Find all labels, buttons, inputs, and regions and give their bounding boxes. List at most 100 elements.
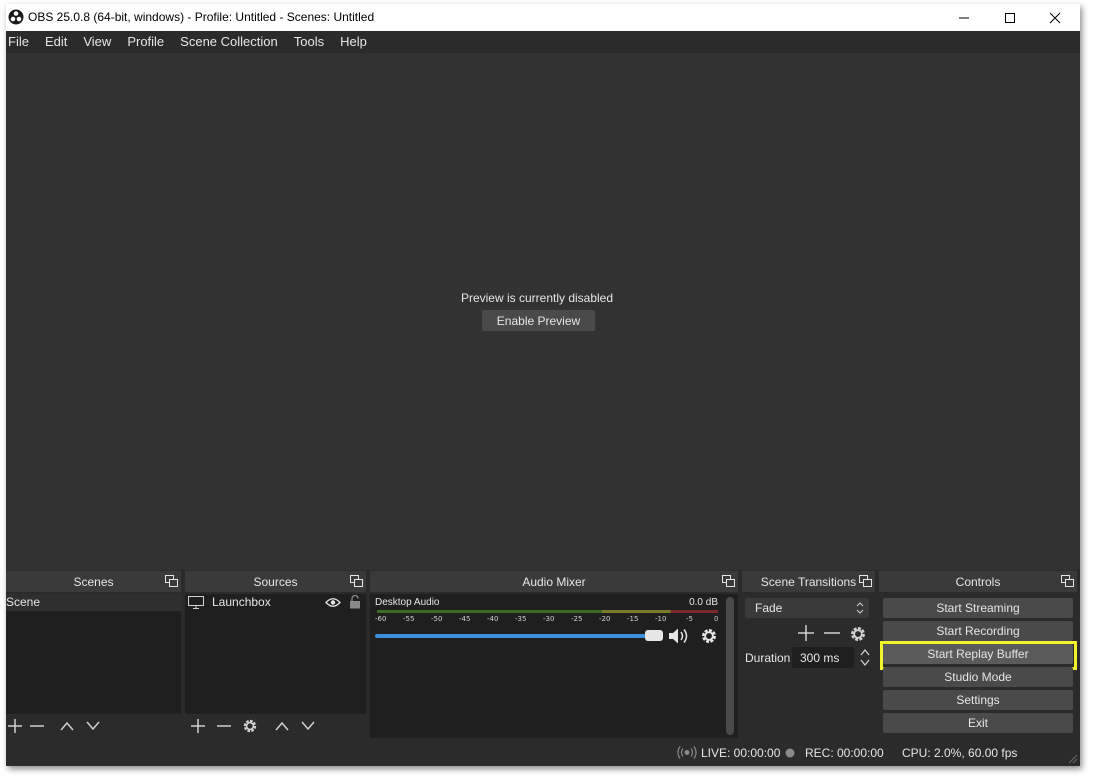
remove-scene-button[interactable] [24, 714, 50, 738]
channel-level: 0.0 dB [689, 597, 718, 608]
start-streaming-button[interactable]: Start Streaming [883, 598, 1073, 618]
mixer-scrollbar[interactable] [726, 597, 734, 735]
menu-view[interactable]: View [75, 31, 119, 53]
source-item[interactable]: Launchbox [185, 594, 366, 611]
menu-help[interactable]: Help [332, 31, 375, 53]
controls-header: Controls [879, 571, 1077, 592]
updown-arrows-icon [856, 602, 864, 614]
highlight-box [880, 641, 1077, 670]
close-button[interactable] [1032, 4, 1078, 31]
duration-label: Duration [745, 651, 791, 665]
unlocked-padlock-icon[interactable] [349, 595, 361, 609]
transition-select[interactable]: Fade [745, 598, 869, 618]
menu-tools[interactable]: Tools [286, 31, 332, 53]
float-dock-icon[interactable] [1061, 575, 1075, 588]
scene-item[interactable]: Scene [6, 594, 181, 611]
add-icon [8, 719, 22, 733]
menu-file[interactable]: File [6, 31, 37, 53]
add-transition-icon[interactable] [798, 625, 814, 641]
enable-preview-button[interactable]: Enable Preview [482, 310, 595, 331]
resize-grip-icon[interactable] [1068, 754, 1078, 764]
channel-name: Desktop Audio [375, 597, 440, 608]
audio-mixer-title: Audio Mixer [522, 574, 586, 589]
float-dock-icon[interactable] [350, 575, 364, 588]
move-source-up-button[interactable] [269, 714, 295, 738]
minimize-button[interactable] [941, 4, 987, 31]
remove-transition-icon[interactable] [824, 625, 840, 641]
window-title: OBS 25.0.8 (64-bit, windows) - Profile: … [28, 10, 375, 24]
scale-tick: -30 [543, 615, 555, 623]
start-recording-button[interactable]: Start Recording [883, 621, 1073, 641]
live-status: LIVE: 00:00:00 [701, 746, 781, 760]
scale-tick: -10 [655, 615, 667, 623]
sources-dock: Sources Launchbox [185, 571, 366, 738]
transition-select-value: Fade [755, 601, 783, 615]
preview-area[interactable]: Preview is currently disabled Enable Pre… [6, 53, 1080, 570]
move-source-down-button[interactable] [295, 714, 321, 738]
volume-slider[interactable] [375, 634, 662, 638]
sources-list[interactable]: Launchbox [185, 594, 366, 714]
move-up-icon [275, 721, 289, 731]
cpu-fps-status: CPU: 2.0%, 60.00 fps [902, 746, 1018, 760]
volume-slider-handle[interactable] [645, 630, 663, 641]
studio-mode-button[interactable]: Studio Mode [883, 667, 1073, 687]
move-down-icon [301, 721, 315, 731]
sources-title: Sources [253, 574, 298, 589]
obs-main-window: OBS 25.0.8 (64-bit, windows) - Profile: … [6, 4, 1080, 766]
spin-down-icon[interactable] [859, 658, 871, 668]
transition-settings-gear-icon[interactable] [849, 625, 867, 643]
scale-tick: -5 [686, 615, 693, 623]
move-scene-down-button[interactable] [80, 714, 106, 738]
scale-tick: -50 [431, 615, 443, 623]
scale-tick: -40 [487, 615, 499, 623]
mixer-channel: Desktop Audio 0.0 dB -60 -55 -50 -45 -40… [370, 594, 722, 654]
status-bar: LIVE: 00:00:00 REC: 00:00:00 CPU: 2.0%, … [6, 738, 1080, 766]
remove-icon [217, 725, 231, 727]
maximize-button[interactable] [987, 4, 1033, 31]
scale-tick: -25 [571, 615, 583, 623]
visibility-eye-icon[interactable] [325, 597, 341, 608]
close-icon [1049, 12, 1061, 23]
maximize-icon [1005, 12, 1015, 23]
menu-scene-collection[interactable]: Scene Collection [172, 31, 286, 53]
source-item-label: Launchbox [212, 595, 271, 609]
volume-meter [377, 610, 718, 613]
float-dock-icon[interactable] [722, 575, 736, 588]
channel-settings-gear-icon[interactable] [700, 627, 718, 645]
meter-scale: -60 -55 -50 -45 -40 -35 -30 -25 -20 -15 … [375, 615, 719, 625]
title-bar: OBS 25.0.8 (64-bit, windows) - Profile: … [6, 4, 1080, 31]
scale-tick: -35 [515, 615, 527, 623]
audio-mixer-header: Audio Mixer [370, 571, 738, 592]
scenes-list[interactable]: Scene [6, 594, 181, 714]
move-up-icon [60, 721, 74, 731]
minimize-icon [959, 17, 969, 18]
settings-button[interactable]: Settings [883, 690, 1073, 710]
menu-bar: File Edit View Profile Scene Collection … [6, 31, 1080, 53]
float-dock-icon[interactable] [165, 575, 179, 588]
exit-button[interactable]: Exit [883, 713, 1073, 733]
menu-edit[interactable]: Edit [37, 31, 75, 53]
scene-transitions-header: Scene Transitions [742, 571, 875, 592]
duration-spinbox[interactable]: 300 ms [792, 647, 854, 668]
speaker-volume-icon[interactable] [668, 627, 690, 645]
audio-mixer-dock: Audio Mixer Desktop Audio 0.0 dB -60 -55… [370, 571, 738, 738]
remove-source-button[interactable] [211, 714, 237, 738]
menu-profile[interactable]: Profile [119, 31, 172, 53]
source-properties-button[interactable] [237, 714, 263, 738]
move-scene-up-button[interactable] [54, 714, 80, 738]
scenes-toolbar [6, 714, 181, 738]
preview-disabled-message: Preview is currently disabled [460, 291, 614, 305]
float-dock-icon[interactable] [859, 575, 873, 588]
add-icon [191, 719, 205, 733]
scenes-dock: Scenes Scene [6, 571, 181, 738]
scale-tick: 0 [714, 615, 719, 623]
add-source-button[interactable] [185, 714, 211, 738]
scale-tick: -20 [599, 615, 611, 623]
sources-dock-header: Sources [185, 571, 366, 592]
properties-gear-icon [243, 719, 257, 733]
scene-transitions-title: Scene Transitions [760, 574, 857, 589]
spin-up-icon[interactable] [859, 647, 871, 657]
recording-dot-icon [785, 748, 795, 758]
add-scene-button[interactable] [6, 714, 24, 738]
scene-transitions-dock: Scene Transitions Fade Duration 300 ms [742, 571, 875, 738]
